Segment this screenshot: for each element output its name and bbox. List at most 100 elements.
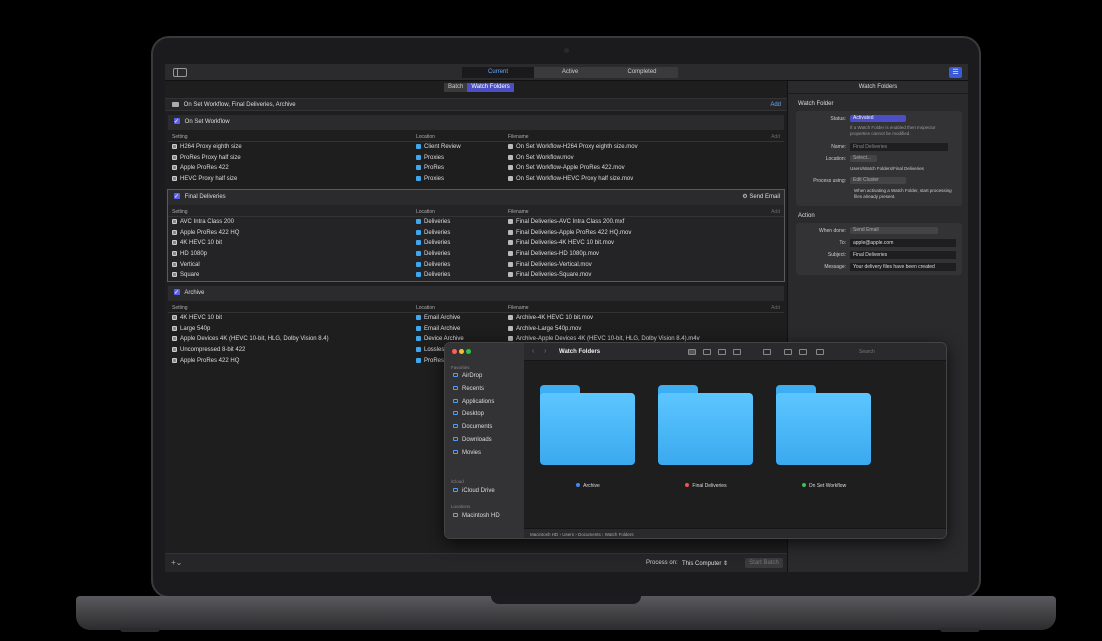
sidebar-item-recents[interactable]: Recents	[453, 386, 484, 392]
location-name: Proxies	[424, 154, 445, 161]
more-actions-icon[interactable]	[816, 349, 824, 355]
folder-icon[interactable]	[658, 385, 753, 465]
col-setting: Setting	[172, 134, 188, 140]
zoom-button[interactable]	[466, 349, 471, 354]
location-name: ProRes	[424, 165, 445, 172]
forward-icon[interactable]: ›	[544, 348, 546, 355]
location-name: Email Archive	[424, 325, 461, 332]
add-button[interactable]: Add	[770, 99, 781, 111]
location-select-button[interactable]: Select...	[850, 155, 877, 162]
message-field[interactable]: Your delivery files have been created	[850, 263, 956, 271]
tab-watch-folders[interactable]: Watch Folders	[467, 83, 514, 92]
table-row[interactable]: Apple ProRes 422 HQ Deliveries Final Deliv…	[168, 228, 784, 239]
group-header: On Set Workflow	[168, 115, 784, 130]
folder-icon	[416, 272, 421, 278]
action-box: When done: Send Email To: apple@apple.co…	[796, 223, 962, 275]
folder-icon	[416, 357, 421, 363]
process-existing-checkbox[interactable]: When activating a Watch Folder, start pr…	[854, 188, 960, 200]
laptop-foot	[120, 628, 160, 632]
sidebar-item-icloud-drive[interactable]: iCloud Drive	[453, 488, 495, 494]
table-row[interactable]: Square Deliveries Final Deliveries-Square.…	[168, 270, 784, 281]
status-select[interactable]: Activated	[850, 115, 906, 122]
sidebar-item-movies[interactable]: Movies	[453, 450, 481, 456]
folder-label[interactable]: Archive	[533, 483, 643, 489]
table-row[interactable]: H264 Proxy eighth size Client Review On Se…	[168, 142, 784, 153]
file-icon	[508, 261, 513, 267]
add-setting-button[interactable]: Add	[771, 209, 780, 215]
path-item[interactable]: Macintosh HD	[530, 532, 558, 537]
group-name: Final Deliveries	[184, 194, 226, 200]
tab-batch[interactable]: Batch	[444, 83, 468, 92]
setting-name: Apple ProRes 422	[180, 165, 229, 172]
sidebar-item-documents[interactable]: Documents	[453, 424, 492, 430]
subject-field[interactable]: Final Deliveries	[850, 251, 956, 259]
add-setting-button[interactable]: Add	[771, 305, 780, 311]
locations-header: Locations	[451, 504, 471, 509]
tag-dot-icon	[576, 483, 581, 487]
tab-completed[interactable]: Completed	[606, 67, 678, 78]
when-done-select[interactable]: Send Email	[850, 227, 938, 234]
path-item[interactable]: Watch Folders	[605, 532, 634, 537]
folder-icon	[172, 101, 179, 107]
table-row[interactable]: Vertical Deliveries Final Deliveries-Verti…	[168, 260, 784, 271]
column-view-icon[interactable]	[718, 349, 726, 355]
sidebar-item-desktop[interactable]: Desktop	[453, 411, 484, 417]
sidebar-item-macintosh-hd[interactable]: Macintosh HD	[453, 513, 500, 519]
watch-folder-section-title: Watch Folder	[798, 101, 834, 107]
start-batch-button[interactable]: Start Batch	[745, 558, 783, 568]
gallery-view-icon[interactable]	[733, 349, 741, 355]
table-row[interactable]: AVC Intra Class 200 Deliveries Final Deliv…	[168, 217, 784, 228]
group-enabled-checkbox[interactable]	[174, 115, 180, 130]
group-name: On Set Workflow	[184, 119, 230, 125]
table-row[interactable]: HD 1080p Deliveries Final Deliveries-HD 10…	[168, 249, 784, 260]
tab-current[interactable]: Current	[462, 67, 534, 78]
folder-label[interactable]: Final Deliveries	[651, 483, 761, 489]
col-filename: Filename	[508, 134, 529, 140]
setting-icon	[172, 261, 177, 267]
folder-label[interactable]: On Set Workflow	[769, 483, 879, 489]
folder-icon[interactable]	[776, 385, 871, 465]
share-icon[interactable]	[784, 349, 792, 355]
close-button[interactable]	[452, 349, 457, 354]
group-icon[interactable]	[763, 349, 771, 355]
add-setting-button[interactable]: Add	[771, 134, 780, 140]
list-view-icon[interactable]	[703, 349, 711, 355]
group-enabled-checkbox[interactable]	[174, 286, 180, 301]
folder-icon	[416, 261, 421, 267]
send-email-action[interactable]: ⚙ Send Email	[742, 190, 780, 205]
folder-icon[interactable]	[540, 385, 635, 465]
minimize-button[interactable]	[459, 349, 464, 354]
back-icon[interactable]: ‹	[532, 348, 534, 355]
inspector-toggle-icon[interactable]: ☰	[949, 67, 962, 78]
table-row[interactable]: Large 540p Email Archive Archive-Large 540…	[168, 324, 784, 335]
table-row[interactable]: ProRes Proxy half size Proxies On Set Work…	[168, 153, 784, 164]
sidebar-item-applications[interactable]: Applications	[453, 399, 494, 405]
group-enabled-checkbox[interactable]	[174, 190, 180, 205]
to-field[interactable]: apple@apple.com	[850, 239, 956, 247]
add-icon[interactable]: +⌄	[171, 558, 182, 567]
table-row[interactable]: 4K HEVC 10 bit Deliveries Final Deliveries…	[168, 238, 784, 249]
process-using-select[interactable]: Edit Cluster	[850, 177, 906, 184]
sub-tabs: Batch Watch Folders	[444, 83, 514, 92]
sidebar-toggle-icon[interactable]	[173, 68, 187, 77]
sidebar-item-downloads[interactable]: Downloads	[453, 437, 492, 443]
table-row[interactable]: HEVC Proxy half size Proxies On Set Workfl…	[168, 174, 784, 185]
icloud-header: iCloud	[451, 479, 464, 484]
tag-icon[interactable]	[799, 349, 807, 355]
search-input[interactable]: Search	[847, 347, 942, 357]
table-row[interactable]: Apple ProRes 422 ProRes On Set Workflow-Ap…	[168, 163, 784, 174]
table-row[interactable]: 4K HEVC 10 bit Email Archive Archive-4K HE…	[168, 313, 784, 324]
path-item[interactable]: Documents	[578, 532, 601, 537]
setting-icon	[172, 251, 177, 257]
process-on-select[interactable]: This Computer ⇕	[682, 560, 728, 567]
folder-icon	[416, 315, 421, 320]
tab-active[interactable]: Active	[534, 67, 606, 78]
path-item[interactable]: Users	[562, 532, 574, 537]
name-field[interactable]: Final Deliveries	[850, 143, 948, 151]
watch-folders-header: On Set Workflow, Final Deliveries, Archi…	[165, 98, 787, 111]
file-icon	[508, 251, 513, 257]
group-header: Archive	[168, 286, 784, 301]
setting-icon	[172, 176, 177, 182]
sidebar-item-airdrop[interactable]: AirDrop	[453, 373, 482, 379]
icon-view-icon[interactable]	[688, 349, 696, 355]
